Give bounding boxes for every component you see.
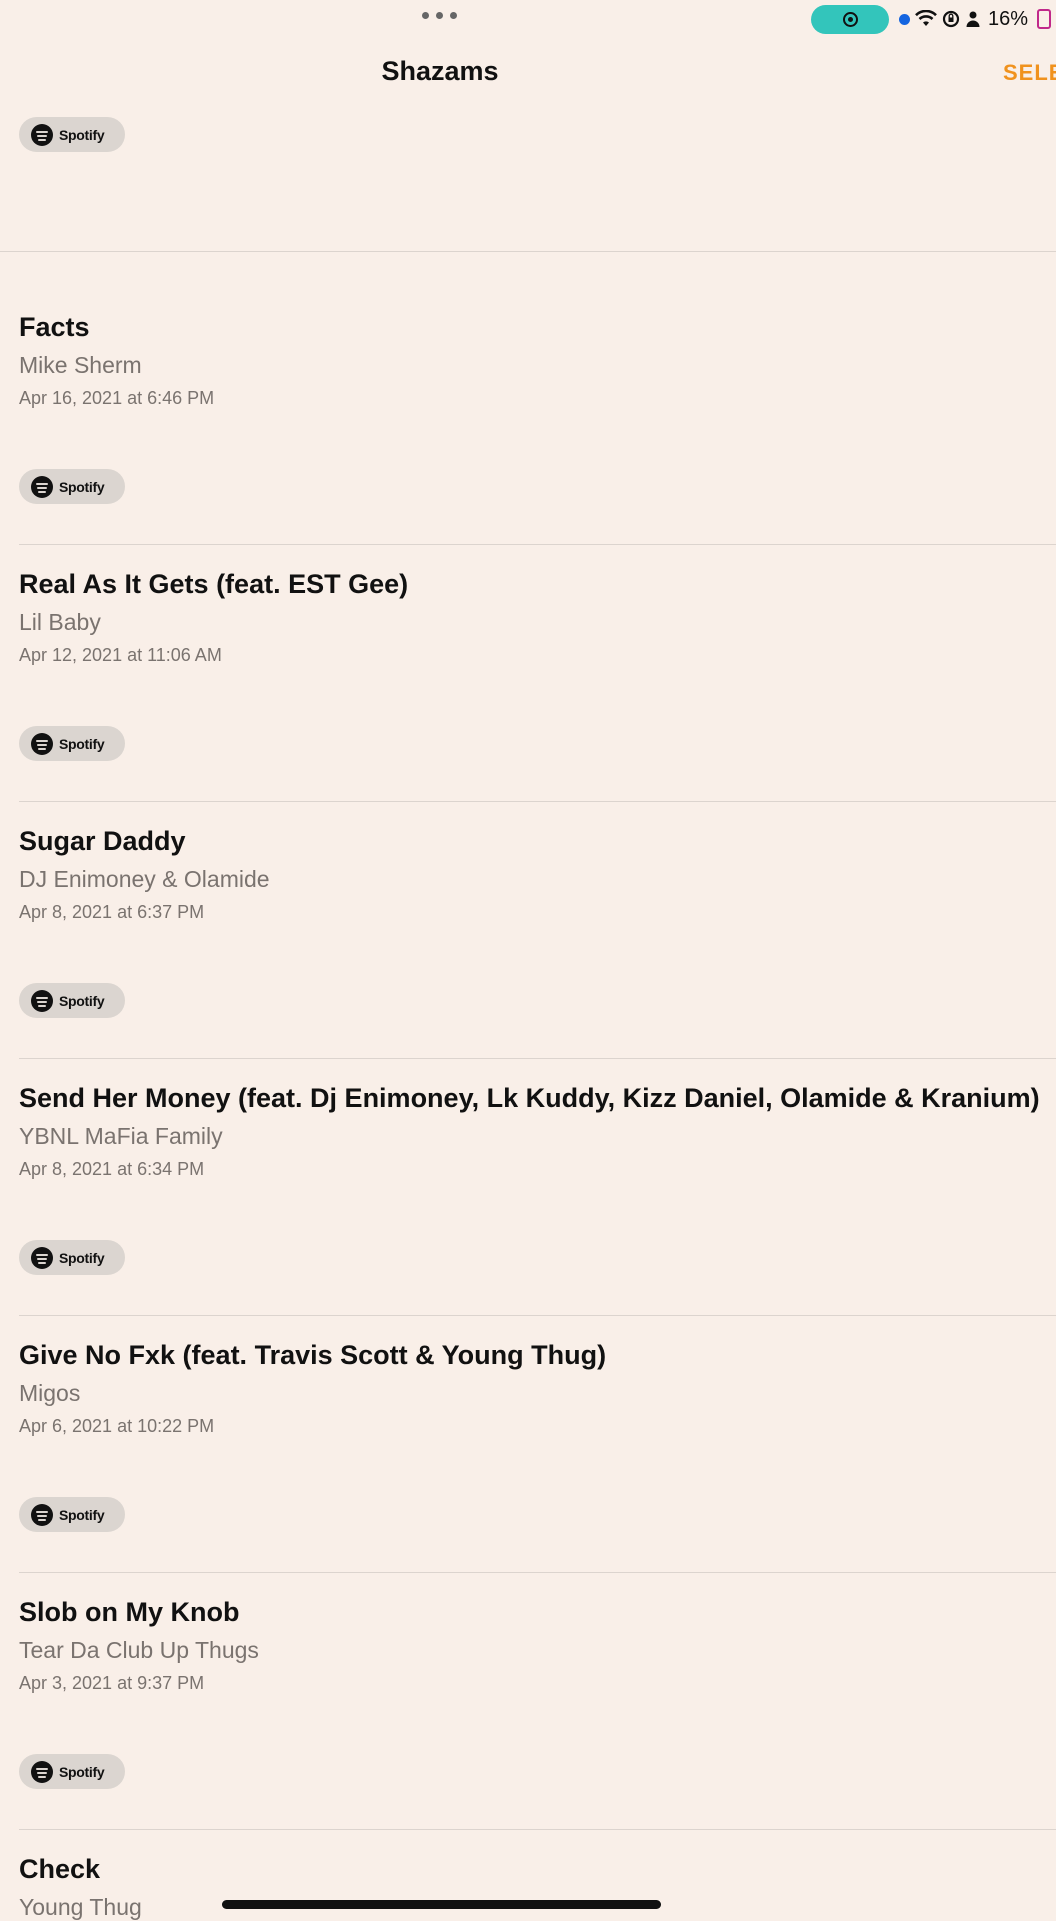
wifi-icon bbox=[915, 10, 937, 26]
spotify-button[interactable]: Spotify bbox=[19, 1497, 125, 1532]
song-artist: Tear Da Club Up Thugs bbox=[19, 1637, 259, 1663]
spotify-icon bbox=[31, 732, 53, 755]
divider bbox=[19, 1829, 1056, 1830]
divider bbox=[19, 1315, 1056, 1316]
song-title[interactable]: Facts bbox=[19, 312, 90, 343]
song-date: Apr 3, 2021 at 9:37 PM bbox=[19, 1673, 205, 1693]
spotify-icon bbox=[31, 1246, 53, 1269]
divider bbox=[19, 1572, 1056, 1573]
divider bbox=[0, 251, 1056, 252]
spotify-button[interactable]: Spotify bbox=[19, 1240, 125, 1275]
spotify-icon bbox=[31, 123, 53, 146]
rotation-lock-icon bbox=[942, 10, 960, 28]
select-button[interactable]: SELE bbox=[1003, 60, 1056, 86]
song-title[interactable]: Sugar Daddy bbox=[19, 826, 186, 857]
spotify-button[interactable]: Spotify bbox=[19, 117, 125, 152]
song-date: Apr 8, 2021 at 6:37 PM bbox=[19, 902, 205, 922]
multitasking-dots-icon[interactable] bbox=[422, 12, 457, 19]
song-artist: YBNL MaFia Family bbox=[19, 1123, 223, 1149]
screen-record-icon[interactable] bbox=[811, 5, 889, 34]
spotify-button[interactable]: Spotify bbox=[19, 983, 125, 1018]
song-date: Apr 6, 2021 at 10:22 PM bbox=[19, 1416, 215, 1436]
home-indicator[interactable] bbox=[222, 1900, 661, 1909]
spotify-icon bbox=[31, 475, 53, 498]
song-title[interactable]: Give No Fxk (feat. Travis Scott & Young … bbox=[19, 1340, 606, 1371]
song-title[interactable]: Real As It Gets (feat. EST Gee) bbox=[19, 569, 408, 600]
page-title: Shazams bbox=[381, 56, 499, 86]
spotify-icon bbox=[31, 1503, 53, 1526]
song-title[interactable]: Send Her Money (feat. Dj Enimoney, Lk Ku… bbox=[19, 1083, 1040, 1114]
song-title[interactable]: Check bbox=[19, 1854, 100, 1885]
divider bbox=[19, 1058, 1056, 1059]
song-artist: Young Thug bbox=[19, 1894, 142, 1920]
spotify-icon bbox=[31, 989, 53, 1012]
song-title[interactable]: Slob on My Knob bbox=[19, 1597, 239, 1628]
spotify-button[interactable]: Spotify bbox=[19, 726, 125, 761]
spotify-button[interactable]: Spotify bbox=[19, 1754, 125, 1789]
divider bbox=[19, 544, 1056, 545]
person-icon bbox=[966, 11, 980, 27]
status-bar: 16% bbox=[0, 0, 1056, 40]
spotify-icon bbox=[31, 1760, 53, 1783]
battery-percent: 16% bbox=[988, 7, 1029, 30]
song-date: Apr 8, 2021 at 6:34 PM bbox=[19, 1159, 205, 1179]
song-artist: Migos bbox=[19, 1380, 81, 1406]
song-date: Apr 12, 2021 at 11:06 AM bbox=[19, 645, 222, 665]
camera-indicator-icon bbox=[899, 13, 910, 25]
divider bbox=[19, 801, 1056, 802]
song-artist: DJ Enimoney & Olamide bbox=[19, 866, 270, 892]
song-artist: Mike Sherm bbox=[19, 352, 142, 378]
battery-icon bbox=[1037, 9, 1052, 29]
spotify-button[interactable]: Spotify bbox=[19, 469, 125, 504]
song-artist: Lil Baby bbox=[19, 609, 101, 635]
song-date: Apr 16, 2021 at 6:46 PM bbox=[19, 388, 215, 408]
